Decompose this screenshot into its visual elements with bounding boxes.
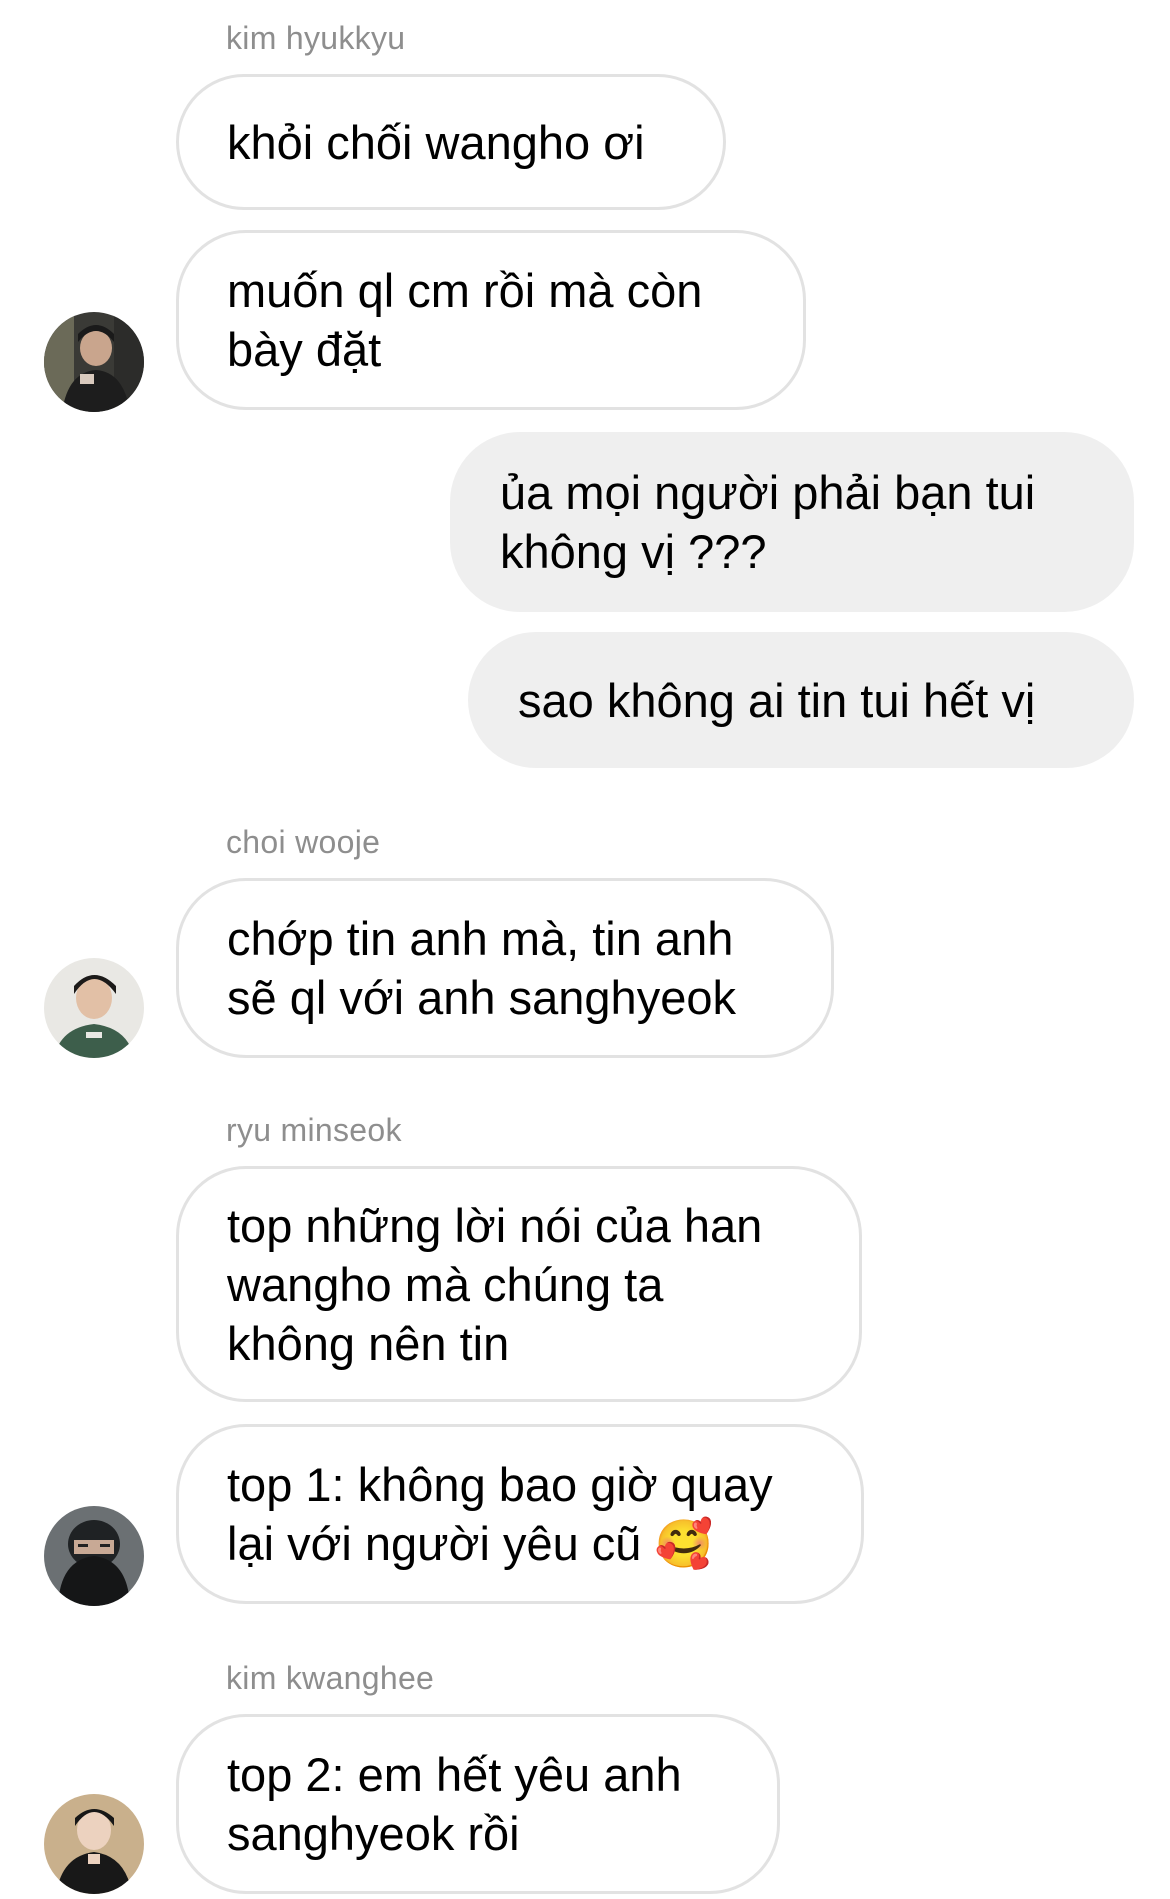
message-bubble[interactable]: top những lời nói của han wangho mà chún… [176, 1166, 862, 1402]
message-bubble[interactable]: top 2: em hết yêu anh sanghyeok rồi [176, 1714, 780, 1894]
sender-name: choi wooje [226, 824, 381, 860]
message-bubble[interactable]: khỏi chối wangho ơi [176, 74, 726, 210]
avatar[interactable] [44, 1506, 144, 1606]
sender-name: ryu minseok [226, 1112, 402, 1148]
message-bubble[interactable]: sao không ai tin tui hết vị [468, 632, 1134, 768]
sender-name: kim hyukkyu [226, 20, 406, 56]
message-bubble[interactable]: chớp tin anh mà, tin anh sẽ ql với anh s… [176, 878, 834, 1058]
message-bubble[interactable]: top 1: không bao giờ quay lại với người … [176, 1424, 864, 1604]
message-bubble[interactable]: muốn ql cm rồi mà còn bày đặt [176, 230, 806, 410]
avatar[interactable] [44, 312, 144, 412]
message-bubble[interactable]: ủa mọi người phải bạn tui không vị ??? [450, 432, 1134, 612]
avatar[interactable] [44, 958, 144, 1058]
avatar[interactable] [44, 1794, 144, 1894]
sender-name: kim kwanghee [226, 1660, 435, 1696]
